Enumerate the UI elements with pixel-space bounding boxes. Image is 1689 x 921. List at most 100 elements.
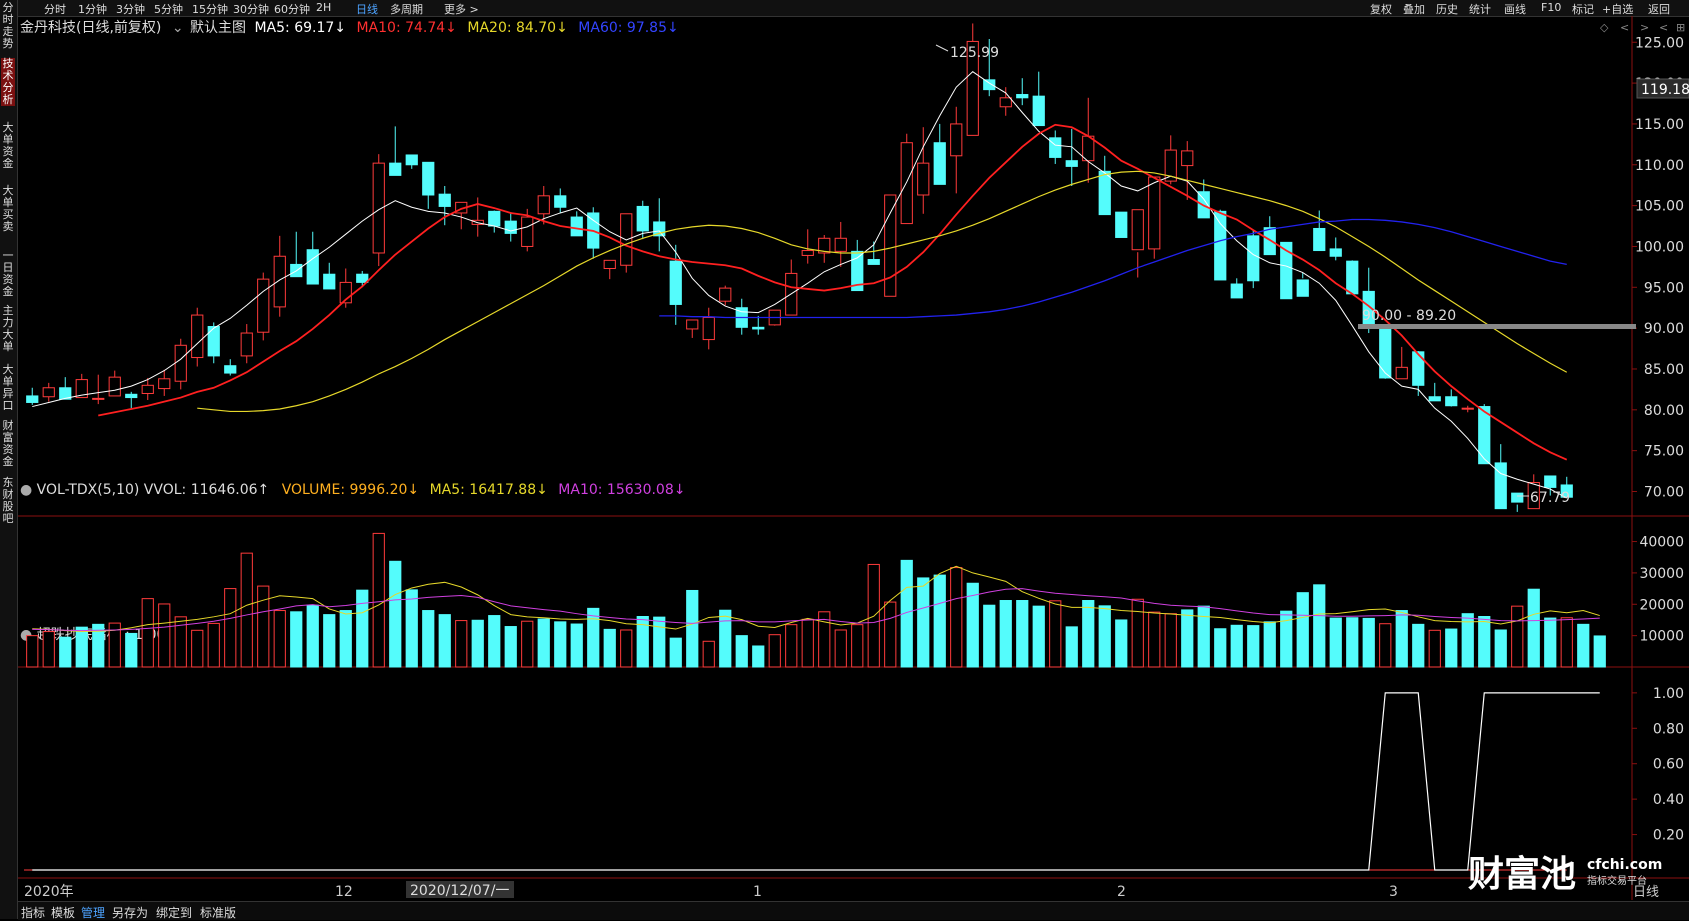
candle-body [273, 255, 286, 308]
volume-axis-tick-label: 20000 [1639, 597, 1684, 613]
volume-bar [1148, 611, 1161, 668]
volume-bar [356, 589, 369, 668]
volume-bar [917, 577, 930, 668]
candle-body [92, 397, 105, 400]
volume-bar [702, 640, 715, 668]
candle-body [521, 216, 534, 247]
volume-bar [537, 618, 550, 668]
volume-bar [471, 619, 484, 668]
volume-bar [653, 616, 666, 668]
candle-body [834, 237, 847, 252]
volume-bar [735, 635, 748, 668]
candle-body [1098, 170, 1111, 216]
indicator-axis-tick-label: 0.40 [1653, 792, 1684, 808]
expand-icon[interactable]: ⊞ [1676, 21, 1685, 34]
volume-bar [1428, 629, 1441, 668]
volume-bar [1164, 613, 1177, 668]
volume-bar [1032, 605, 1045, 668]
volume-bar [1379, 623, 1392, 668]
candle-body [983, 79, 996, 91]
candle-body [1049, 137, 1062, 158]
date-month-12-label: 12 [335, 884, 353, 900]
bottom-tab[interactable]: 模板 [51, 904, 75, 921]
candle-body [917, 162, 930, 196]
candle-body [933, 142, 946, 185]
price-range-box[interactable] [1358, 324, 1636, 329]
watermark-domain: cfchi.com [1587, 857, 1662, 873]
candle-body [752, 326, 765, 330]
candle-body [125, 393, 138, 399]
volume-bar [75, 626, 88, 668]
high-price-pointer [935, 44, 949, 52]
bottom-tab[interactable]: 另存为 [112, 904, 148, 921]
candle-body [554, 195, 567, 208]
volume-bar [405, 589, 418, 668]
candle-body [174, 344, 187, 382]
price-range-label: 90.00 - 89.20 [1362, 308, 1456, 324]
indicator-line [32, 692, 1600, 871]
current-price-value: 119.18 [1641, 82, 1689, 98]
indicator-axis-tick-label: 1.00 [1653, 686, 1684, 702]
volume-bar [224, 588, 237, 668]
volume-axis-tick-label: 30000 [1639, 566, 1684, 582]
candle-body [488, 210, 501, 227]
candle-body [669, 260, 682, 305]
volume-bar [273, 610, 286, 668]
cursor-date-label: 2020/12/07/一 [410, 883, 509, 899]
volume-bar [26, 635, 39, 668]
volume-bar [42, 631, 55, 668]
candle-body [1478, 406, 1491, 465]
candle-body [702, 317, 715, 341]
candle-body [1065, 160, 1078, 167]
candle-body [1131, 209, 1144, 251]
volume-bar [1445, 628, 1458, 668]
volume-bar [1577, 623, 1590, 668]
candle-body [1445, 396, 1458, 407]
chevron-left-icon[interactable]: < [1659, 21, 1668, 34]
bottom-tab[interactable]: 指标 [21, 904, 45, 921]
date-month-3-label: 3 [1389, 884, 1398, 900]
price-axis-tick-label: 80.00 [1644, 403, 1684, 419]
volume-bar [323, 614, 336, 668]
ma20-line [197, 170, 1568, 413]
volume-bar [834, 629, 847, 668]
chevron-left-icon[interactable]: < [1620, 21, 1629, 34]
candle-body [1181, 150, 1194, 167]
volume-bar [59, 636, 72, 668]
volume-bar [504, 626, 517, 668]
bottom-tab[interactable]: 绑定到 [156, 904, 192, 921]
chevron-right-icon[interactable]: > [1640, 21, 1649, 34]
price-axis-tick-label: 85.00 [1644, 362, 1684, 378]
stock-chart[interactable]: 125.00120.00115.00110.00105.00100.0095.0… [0, 0, 1689, 919]
candle-body [719, 287, 732, 302]
volume-axis-tick-label: 40000 [1639, 535, 1684, 551]
volume-bar [587, 607, 600, 668]
volume-bar [1511, 605, 1524, 668]
candle-body [438, 193, 451, 207]
candle-body [224, 365, 237, 374]
candle-body [900, 142, 913, 225]
diamond-icon[interactable]: ◇ [1600, 21, 1609, 34]
bottom-tab[interactable]: 标准版 [200, 904, 236, 921]
candle-body [26, 395, 39, 403]
volume-bar [1115, 619, 1128, 668]
bottom-tab[interactable]: 管理 [81, 904, 105, 921]
candle-body [504, 220, 517, 234]
date-year-label: 2020年 [24, 884, 74, 900]
candle-body [603, 259, 616, 270]
volume-bar [1230, 624, 1243, 668]
candle-body [1544, 475, 1557, 488]
price-axis-tick-label: 105.00 [1635, 199, 1684, 215]
candle-body [1511, 492, 1524, 503]
indicator-axis-tick-label: 0.80 [1653, 721, 1684, 737]
volume-bar [1478, 616, 1491, 668]
volume-bar [1016, 600, 1029, 668]
low-price-label: 67.79 [1530, 490, 1570, 506]
volume-bar [1049, 600, 1062, 668]
candle-body [207, 326, 220, 357]
volume-bar [1362, 617, 1375, 668]
volume-bar [1296, 592, 1309, 668]
candle-body [1329, 248, 1342, 257]
candle-body [257, 278, 270, 333]
volume-bar [1593, 635, 1606, 668]
